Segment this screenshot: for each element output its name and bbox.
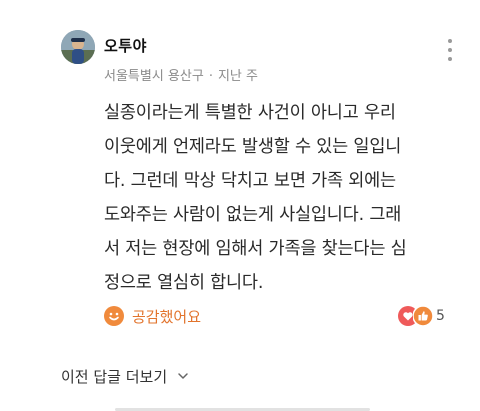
prev-replies-label: 이전 답글 더보기: [61, 367, 168, 386]
chevron-down-icon: [178, 373, 188, 379]
comment-line: 실종이라는게 특별한 사건이 아니고 우리: [104, 103, 396, 123]
more-vertical-icon[interactable]: [440, 38, 460, 62]
comment-line: 도와주는 사람이 없는게 사실입니다. 그래: [104, 205, 402, 225]
comment: 오투야 서울특별시 용산구 · 지난 주 실종이라는게 특별한 사건이 아니고 우리…: [0, 0, 480, 340]
comment-line: 정으로 열심히 합니다.: [104, 273, 264, 293]
meta-separator: ·: [208, 69, 213, 84]
avatar[interactable]: [61, 30, 95, 64]
comment-line: 서 저는 현장에 임해서 가족을 찾는다는 심: [104, 239, 407, 259]
avatar-image: [61, 30, 95, 64]
thumbs-up-reaction-icon: [413, 306, 433, 326]
timestamp: 지난 주: [217, 69, 258, 84]
smile-reaction-icon: [104, 306, 124, 326]
reaction-count: 5: [436, 308, 445, 324]
prev-replies-button[interactable]: 이전 답글 더보기: [61, 365, 189, 387]
location-text: 서울특별시 용산구: [104, 69, 204, 84]
like-label: 공감했어요: [132, 307, 202, 326]
like-button[interactable]: 공감했어요: [104, 303, 201, 329]
reaction-summary[interactable]: 5: [398, 303, 445, 329]
author-name[interactable]: 오투야: [104, 35, 147, 56]
comment-meta: 서울특별시 용산구 · 지난 주: [104, 65, 258, 84]
comment-line: 이웃에게 언제라도 발생할 수 있는 일입니: [104, 137, 402, 157]
comment-body: 실종이라는게 특별한 사건이 아니고 우리 이웃에게 언제라도 발생할 수 있는…: [104, 96, 464, 300]
comment-line: 다. 그런데 막상 닥치고 보면 가족 외에는: [104, 171, 396, 191]
